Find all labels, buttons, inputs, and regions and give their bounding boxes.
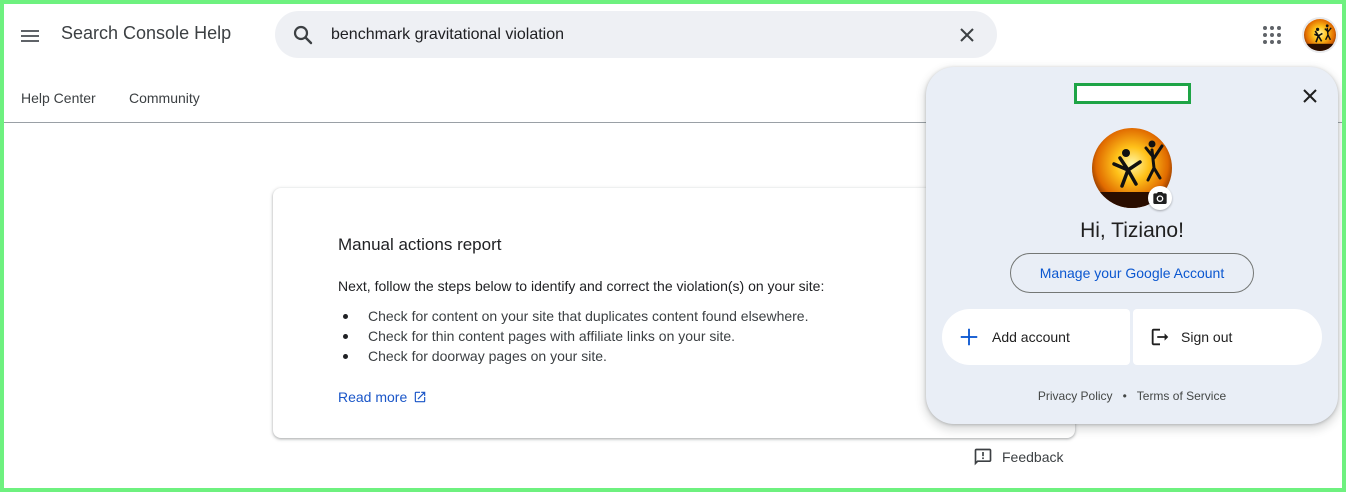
search-icon[interactable] bbox=[291, 23, 315, 47]
list-item-text: Check for doorway pages on your site. bbox=[368, 348, 607, 364]
camera-icon bbox=[1153, 192, 1167, 204]
manage-account-button[interactable]: Manage your Google Account bbox=[1010, 253, 1254, 293]
apps-grid-icon[interactable] bbox=[1260, 23, 1284, 47]
external-link-icon bbox=[415, 391, 426, 403]
sign-out-button[interactable]: Sign out bbox=[1133, 309, 1322, 365]
list-item-text: Check for content on your site that dupl… bbox=[368, 308, 809, 324]
steps-list: Check for content on your site that dupl… bbox=[338, 306, 809, 366]
account-actions: Add account Sign out bbox=[942, 309, 1322, 365]
account-avatar-button[interactable] bbox=[1302, 17, 1338, 53]
list-item: Check for content on your site that dupl… bbox=[338, 306, 809, 326]
add-account-button[interactable]: Add account bbox=[942, 309, 1130, 365]
panel-footer: Privacy Policy • Terms of Service bbox=[926, 389, 1338, 403]
feedback-button[interactable]: Feedback bbox=[973, 447, 1063, 467]
hamburger-menu-icon[interactable] bbox=[18, 24, 42, 48]
add-account-label: Add account bbox=[992, 329, 1070, 345]
product-title[interactable]: Search Console Help bbox=[61, 23, 231, 44]
close-icon[interactable] bbox=[1298, 84, 1322, 108]
account-panel: Hi, Tiziano! Manage your Google Account … bbox=[926, 67, 1338, 424]
read-more-link[interactable]: Read more bbox=[338, 389, 427, 405]
terms-of-service-link[interactable]: Terms of Service bbox=[1137, 389, 1226, 403]
read-more-label: Read more bbox=[338, 389, 408, 405]
avatar-image bbox=[1304, 19, 1336, 51]
nav-help-center[interactable]: Help Center bbox=[21, 90, 96, 106]
redacted-email bbox=[1074, 83, 1191, 104]
search-input[interactable] bbox=[331, 11, 931, 58]
change-photo-button[interactable] bbox=[1148, 186, 1172, 210]
nav-community[interactable]: Community bbox=[129, 90, 200, 106]
separator: • bbox=[1122, 389, 1127, 403]
sign-out-label: Sign out bbox=[1181, 329, 1233, 345]
feedback-icon bbox=[974, 448, 992, 466]
clear-search-icon[interactable] bbox=[955, 23, 979, 47]
plus-icon bbox=[960, 328, 978, 346]
feedback-label: Feedback bbox=[1002, 449, 1064, 465]
card-title: Manual actions report bbox=[338, 235, 502, 254]
privacy-policy-link[interactable]: Privacy Policy bbox=[1038, 389, 1113, 403]
bullet-icon bbox=[343, 314, 348, 319]
list-item-text: Check for thin content pages with affili… bbox=[368, 328, 736, 344]
bullet-icon bbox=[343, 354, 348, 359]
card-intro: Next, follow the steps below to identify… bbox=[338, 278, 825, 294]
sign-out-icon bbox=[1151, 328, 1169, 346]
greeting: Hi, Tiziano! bbox=[1080, 219, 1184, 242]
bullet-icon bbox=[343, 334, 348, 339]
search-bar bbox=[275, 11, 997, 58]
list-item: Check for thin content pages with affili… bbox=[338, 326, 809, 346]
top-bar: Search Console Help bbox=[4, 4, 1342, 68]
list-item: Check for doorway pages on your site. bbox=[338, 346, 809, 366]
